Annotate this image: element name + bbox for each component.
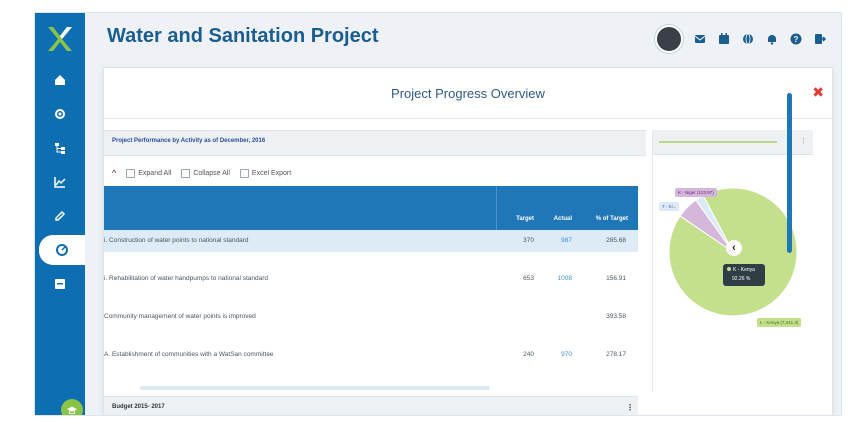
close-icon[interactable]: ✖ [812,84,824,101]
more-options-icon[interactable]: ⋮ [800,137,807,145]
header-divider [496,186,497,230]
collapse-all-label: Collapse All [193,169,230,177]
collapse-icon [181,168,191,178]
expand-all-button[interactable]: Expand All [126,168,172,178]
table-header: Target Actual % of Target [104,186,638,230]
app-logo [48,27,72,51]
pie-label-kenya: L - Kenya (7,241.3) [757,318,802,327]
row-pct: 156.91 [606,275,626,282]
pie-tooltip: K - Kenya 92.26 % [723,264,765,286]
row-label: i. Construction of water points to natio… [104,237,249,244]
table-toolbar: ^ Expand All Collapse All Excel Export [112,168,291,178]
sidebar-item-documents[interactable] [35,269,85,299]
column-header-actual[interactable]: Actual [538,216,572,222]
budget-label: Budget 2015- 2017 [112,404,165,410]
export-icon [239,168,249,178]
row-target: 653 [523,275,534,282]
globe-icon[interactable] [741,32,755,46]
table-row[interactable]: i. Construction of water points to natio… [104,230,638,252]
row-actual[interactable]: 987 [542,237,572,244]
tooltip-line-1: K - Kenya [727,267,755,273]
tooltip-name: K - Kenya [733,267,755,273]
gear-icon [55,109,65,119]
table-row[interactable]: i. Rehabilitation of water handpumps to … [104,268,638,290]
budget-section-header[interactable]: Budget 2015- 2017 ⋮ [104,396,638,415]
graduation-icon[interactable] [61,399,83,415]
row-pct: 393.58 [606,313,626,320]
sidebar-item-analytics[interactable] [35,167,85,197]
row-label: A. Establishment of communities with a W… [104,351,274,358]
excel-export-button[interactable]: Excel Export [239,168,292,178]
home-icon [55,75,65,85]
row-pct: 278.17 [606,351,626,358]
dashboard-icon [56,244,68,256]
sidebar-item-settings[interactable] [35,99,85,129]
edit-icon [55,210,66,221]
sidebar-item-hierarchy[interactable] [35,133,85,163]
avatar[interactable] [655,25,683,53]
sidebar-item-home[interactable] [35,65,85,95]
horizontal-scrollbar[interactable] [140,386,490,390]
panel-heading: Project Performance by Activity as of De… [112,138,266,144]
pie-label-ki: T - Ki... [659,202,680,211]
more-options-icon[interactable]: ⋮ [626,403,634,412]
expand-icon [126,168,136,178]
sidebar-item-dashboard[interactable] [39,235,85,265]
row-label: i. Rehabilitation of water handpumps to … [104,275,269,282]
table-row[interactable]: Community management of water points is … [104,306,638,328]
help-icon[interactable]: ? [789,32,803,46]
sidebar [35,13,85,415]
calendar-icon[interactable] [717,32,731,46]
collapse-all-button[interactable]: Collapse All [181,168,230,178]
column-header-target[interactable]: Target [500,216,534,222]
sidebar-item-edit[interactable] [35,201,85,231]
row-target: 370 [523,237,534,244]
svg-text:?: ? [794,35,799,44]
column-header-pct-target[interactable]: % of Target [576,216,628,222]
pie-label-niger: K - Niger (123.97) [675,188,717,197]
modal-title: Project Progress Overview [391,86,545,101]
chevron-up-icon[interactable]: ^ [112,168,116,178]
excel-export-label: Excel Export [251,169,292,177]
progress-overview-modal: Project Progress Overview ✖ Project Perf… [103,67,833,415]
performance-panel: Project Performance by Activity as of De… [104,130,646,392]
app-window: Water and Sanitation Project ? Project P… [34,12,842,416]
tooltip-line-2: 92.26 % [732,276,751,282]
mail-icon[interactable] [693,32,707,46]
expand-all-label: Expand All [138,169,172,177]
vertical-scrollbar[interactable] [787,93,792,253]
chart-header-bar [659,141,777,143]
table-row[interactable]: A. Establishment of communities with a W… [104,344,638,366]
row-label: Community management of water points is … [104,313,256,320]
row-actual[interactable]: 1008 [542,275,572,282]
row-target: 240 [523,351,534,358]
page-title: Water and Sanitation Project [107,25,379,47]
divider [104,118,832,119]
row-actual[interactable]: 970 [542,351,572,358]
drill-back-button[interactable]: ‹ [726,240,742,256]
row-pct: 285.68 [606,237,626,244]
hierarchy-icon [55,143,65,154]
panel-header: Project Performance by Activity as of De… [104,130,646,156]
top-toolbar: ? [655,25,827,53]
bell-icon[interactable] [765,32,779,46]
document-icon [55,279,65,289]
logout-icon[interactable] [813,32,827,46]
line-chart-icon [54,177,66,188]
